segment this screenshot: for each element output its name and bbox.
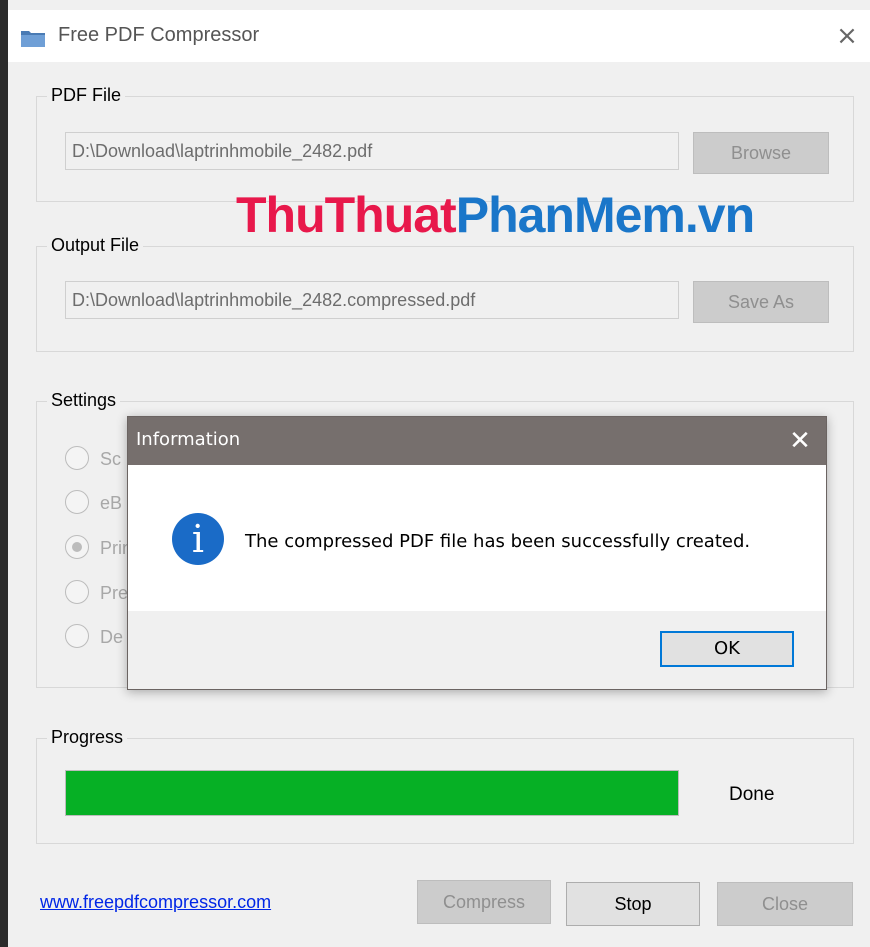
window-title: Free PDF Compressor (58, 24, 260, 46)
dialog-footer: OK (128, 611, 826, 689)
watermark-part2: PhanMem.vn (455, 187, 755, 243)
window-close-icon[interactable]: × (832, 18, 862, 54)
save-as-button[interactable]: Save As (693, 281, 829, 323)
radio-ebook-label: eB (100, 493, 123, 513)
output-file-label: Output File (47, 235, 144, 256)
dialog-close-icon[interactable]: ✕ (780, 421, 820, 461)
website-link[interactable]: www.freepdfcompressor.com (40, 892, 271, 913)
radio-default[interactable] (65, 624, 89, 648)
progress-label: Progress (47, 727, 128, 748)
watermark: ThuThuatPhanMem.vn (236, 186, 755, 244)
pdf-file-input[interactable]: D:\Download\laptrinhmobile_2482.pdf (65, 132, 679, 170)
radio-prepress[interactable] (65, 580, 89, 604)
progress-bar (65, 770, 679, 816)
stop-button[interactable]: Stop (566, 882, 700, 926)
radio-prepress-label: Pre (100, 583, 129, 603)
ok-button[interactable]: OK (660, 631, 794, 667)
radio-ebook[interactable] (65, 490, 89, 514)
folder-app-icon (21, 31, 45, 47)
watermark-part1: ThuThuat (236, 187, 457, 243)
pdf-file-label: PDF File (47, 85, 126, 106)
radio-default-label: De (100, 627, 124, 647)
progress-status: Done (729, 784, 775, 805)
close-button[interactable]: Close (717, 882, 853, 926)
browse-button[interactable]: Browse (693, 132, 829, 174)
output-file-input[interactable]: D:\Download\laptrinhmobile_2482.compress… (65, 281, 679, 319)
radio-printer[interactable] (65, 535, 89, 559)
dialog-titlebar[interactable]: Information ✕ (128, 417, 826, 465)
dialog-message: The compressed PDF file has been success… (245, 531, 751, 552)
radio-screen[interactable] (65, 446, 89, 470)
information-icon: i (172, 513, 224, 565)
information-dialog: Information ✕ i The compressed PDF file … (127, 416, 827, 690)
dialog-title: Information (136, 429, 241, 450)
compress-button[interactable]: Compress (417, 880, 551, 924)
settings-label: Settings (47, 390, 121, 411)
radio-screen-label: Sc (100, 449, 122, 469)
progress-bar-fill (66, 771, 678, 815)
window-titlebar[interactable]: Free PDF Compressor × (8, 10, 870, 62)
